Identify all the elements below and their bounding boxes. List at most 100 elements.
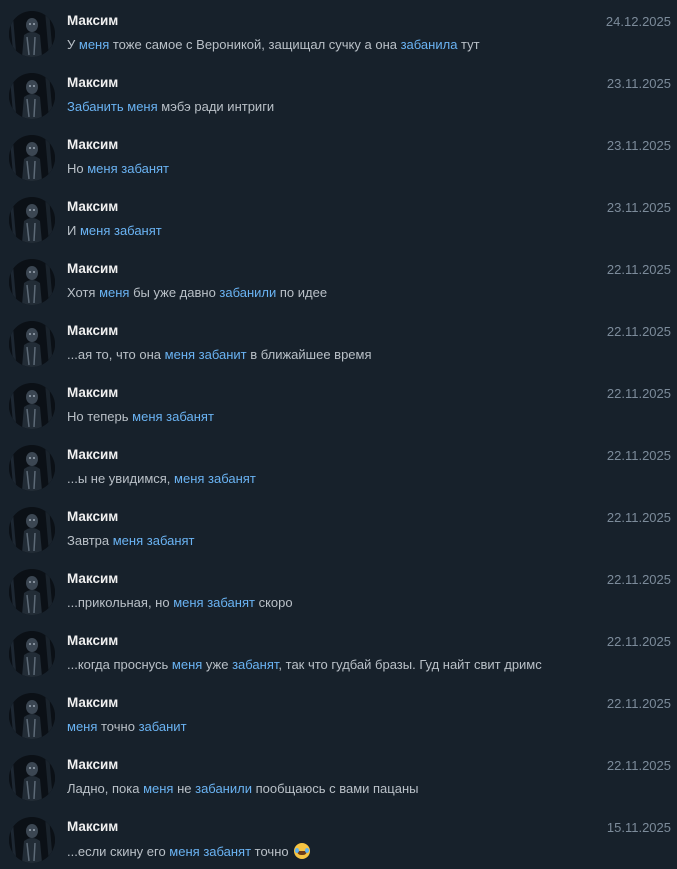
snippet-text: ...ы не увидимся,	[67, 471, 175, 486]
avatar	[9, 445, 55, 491]
message-date: 22.11.2025	[606, 758, 671, 773]
snippet-text: И	[67, 223, 80, 238]
message-snippet: Забанить меня мэбэ ради интриги	[67, 99, 669, 114]
author-name: Максим	[67, 75, 119, 90]
search-result-item[interactable]: Максим 22.11.2025 ...когда проснусь меня у…	[0, 620, 677, 682]
author-name: Максим	[67, 261, 119, 276]
avatar	[9, 817, 55, 863]
search-highlight: меня	[174, 471, 205, 486]
search-result-item[interactable]: Максим 22.11.2025 Завтра меня забанят	[0, 496, 677, 558]
snippet-text: уже	[202, 657, 233, 672]
message-snippet: меня точно забанит	[67, 719, 669, 734]
search-highlight: меня	[78, 37, 110, 52]
search-highlight: меня	[87, 161, 118, 176]
snippet-text: тоже самое с Вероникой, защищал сучку а …	[109, 37, 401, 52]
avatar	[9, 135, 55, 181]
message-snippet: У меня тоже самое с Вероникой, защищал с…	[67, 37, 669, 52]
search-highlight: меня	[99, 285, 130, 300]
snippet-text: не	[173, 781, 196, 796]
message-snippet: Но теперь меня забанят	[67, 409, 669, 424]
message-snippet: Но меня забанят	[67, 161, 669, 176]
search-highlight: забанят	[166, 409, 214, 424]
message-date: 22.11.2025	[606, 262, 671, 277]
message-snippet: ...если скину его меня забанят точно	[67, 843, 669, 859]
message-date: 23.11.2025	[606, 138, 671, 153]
snippet-text: Хотя	[67, 285, 100, 300]
message-date: 23.11.2025	[606, 200, 671, 215]
message-date: 22.11.2025	[606, 572, 671, 587]
search-highlight: забанит	[198, 347, 247, 362]
author-name: Максим	[67, 13, 119, 28]
search-highlight: забанят	[121, 161, 169, 176]
author-name: Максим	[67, 199, 119, 214]
snippet-text: тут	[457, 37, 480, 52]
search-highlight: меня	[79, 223, 111, 238]
search-highlight: меня	[112, 533, 144, 548]
search-result-item[interactable]: Максим 23.11.2025 Но меня забанят	[0, 124, 677, 186]
search-highlight: забанят	[208, 471, 256, 486]
avatar	[9, 693, 55, 739]
snippet-text: Завтра	[67, 533, 113, 548]
message-date: 22.11.2025	[606, 386, 671, 401]
message-date: 15.11.2025	[606, 820, 671, 835]
snippet-text: точно	[97, 719, 139, 734]
avatar	[9, 569, 55, 615]
snippet-text: мэбэ ради интриги	[157, 99, 275, 114]
search-result-item[interactable]: Максим 23.11.2025 И меня забанят	[0, 186, 677, 248]
search-highlight: забанят	[113, 223, 162, 238]
search-highlight: меня	[143, 781, 174, 796]
author-name: Максим	[67, 323, 119, 338]
avatar	[9, 755, 55, 801]
search-result-item[interactable]: Максим 22.11.2025 Но теперь меня забанят	[0, 372, 677, 434]
author-name: Максим	[67, 509, 119, 524]
search-result-item[interactable]: Максим 22.11.2025 ...прикольная, но меня з…	[0, 558, 677, 620]
avatar	[9, 631, 55, 677]
search-result-item[interactable]: Максим 24.12.2025 У меня тоже самое с Веро…	[0, 0, 677, 62]
avatar	[9, 321, 55, 367]
message-date: 22.11.2025	[606, 324, 671, 339]
snippet-text: по идее	[276, 285, 328, 300]
search-result-item[interactable]: Максим 22.11.2025 Ладно, пока меня не заба…	[0, 744, 677, 806]
message-snippet: ...прикольная, но меня забанят скоро	[67, 595, 669, 610]
snippet-text: Но теперь	[67, 409, 133, 424]
search-highlight: Забанить	[67, 99, 124, 114]
search-highlight: меня	[132, 409, 163, 424]
avatar	[9, 259, 55, 305]
search-result-item[interactable]: Максим 22.11.2025 Хотя меня бы уже давно з…	[0, 248, 677, 310]
snippet-text: У	[67, 37, 79, 52]
search-result-item[interactable]: Максим 22.11.2025 ...ая то, что она меня з…	[0, 310, 677, 372]
message-snippet: ...ая то, что она меня забанит в ближайш…	[67, 347, 669, 362]
snippet-text: ...если скину его	[67, 844, 170, 859]
search-result-item[interactable]: Максим 22.11.2025 ...ы не увидимся, меня з…	[0, 434, 677, 496]
search-result-item[interactable]: Максим 23.11.2025 Забанить меня мэбэ ради …	[0, 62, 677, 124]
snippet-text: скоро	[254, 595, 293, 610]
search-highlight: меня	[127, 99, 158, 114]
search-highlight: забанят	[232, 657, 279, 672]
author-name: Максим	[67, 695, 119, 710]
search-highlight: забанила	[400, 37, 458, 52]
search-highlight: забанят	[146, 533, 195, 548]
author-name: Максим	[67, 137, 119, 152]
search-highlight: меня	[173, 595, 204, 610]
snippet-text: ...прикольная, но	[67, 595, 174, 610]
message-snippet: Завтра меня забанят	[67, 533, 669, 548]
message-snippet: Ладно, пока меня не забанили пообщаюсь с…	[67, 781, 669, 796]
author-name: Максим	[67, 447, 119, 462]
author-name: Максим	[67, 633, 119, 648]
search-result-item[interactable]: Максим 15.11.2025 ...если скину его меня з…	[0, 806, 677, 868]
message-date: 23.11.2025	[606, 76, 671, 91]
snippet-text: ...ая то, что она	[67, 347, 165, 362]
search-result-item[interactable]: Максим 22.11.2025 меня точно забанит	[0, 682, 677, 744]
message-date: 22.11.2025	[606, 448, 671, 463]
avatar	[9, 197, 55, 243]
avatar	[9, 383, 55, 429]
avatar	[9, 73, 55, 119]
search-highlight: меня	[164, 347, 196, 362]
snippet-text: точно	[251, 844, 289, 859]
search-highlight: забанили	[219, 285, 277, 300]
message-snippet: Хотя меня бы уже давно забанили по идее	[67, 285, 669, 300]
snippet-text: Ладно, пока	[67, 781, 144, 796]
face-with-tears-of-joy-icon	[294, 843, 311, 859]
author-name: Максим	[67, 819, 119, 834]
author-name: Максим	[67, 757, 119, 772]
